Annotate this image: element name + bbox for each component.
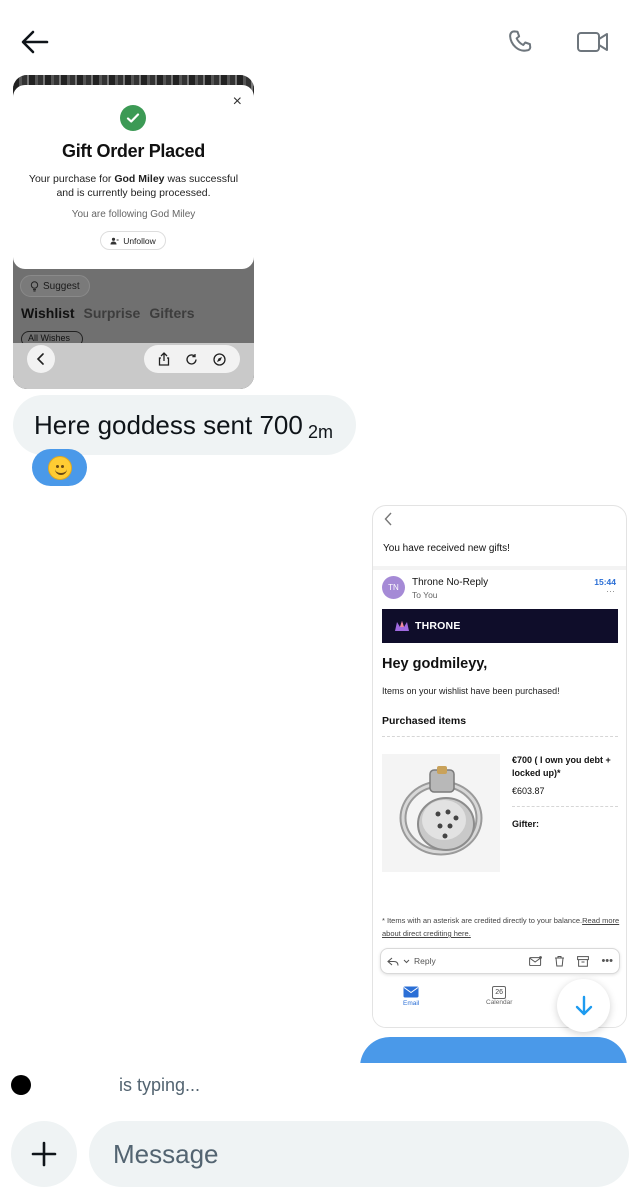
divider — [382, 736, 618, 737]
more-icon: ··· — [606, 586, 615, 596]
item-title: €700 ( I own you debt + locked up)* — [512, 755, 611, 778]
tab-surprise: Surprise — [83, 305, 141, 321]
unfollow-button: Unfollow — [100, 231, 166, 250]
arrow-down-icon — [575, 995, 592, 1015]
arrow-left-icon — [21, 30, 49, 54]
reload-icon — [186, 353, 197, 365]
browser-back-icon — [27, 345, 55, 373]
sender-name: Throne No-Reply — [412, 577, 489, 588]
mail-icon — [403, 986, 419, 998]
close-icon: × — [232, 93, 242, 110]
throne-banner: THRONE — [382, 609, 618, 643]
plus-icon — [31, 1141, 57, 1167]
email-action-bar: Reply ••• — [380, 948, 620, 974]
gift-order-screenshot[interactable]: × Gift Order Placed Your purchase for Go… — [13, 75, 254, 389]
email-footnote: * Items with an asterisk are credited di… — [382, 916, 620, 938]
divider — [512, 806, 618, 807]
recipient: To You — [412, 590, 438, 600]
add-attachment-button[interactable] — [11, 1121, 77, 1187]
section-heading: Purchased items — [382, 715, 467, 727]
calendar-icon: 26 — [492, 986, 507, 999]
chevron-down-icon — [403, 959, 410, 963]
video-call-button[interactable] — [574, 26, 612, 58]
modal-title: Gift Order Placed — [62, 141, 205, 161]
sender-avatar: TN — [382, 576, 405, 599]
tab-gifters: Gifters — [149, 305, 195, 321]
lightbulb-icon — [30, 280, 39, 291]
back-button[interactable] — [18, 26, 52, 58]
email-back-icon — [384, 512, 393, 531]
archive-icon — [577, 955, 590, 967]
more-icon: ••• — [601, 955, 613, 967]
following-status: You are following God Miley — [71, 209, 196, 220]
mark-unread-icon — [529, 956, 543, 966]
scroll-to-bottom-button[interactable] — [557, 979, 610, 1032]
message-text: Here goddess sent 700 — [34, 410, 303, 440]
throne-logo-icon — [395, 621, 409, 631]
checkmark-icon — [120, 105, 146, 131]
gift-order-modal: × Gift Order Placed Your purchase for Go… — [13, 85, 254, 269]
message-input[interactable] — [113, 1121, 613, 1187]
typing-indicator: is typing... — [119, 1075, 201, 1095]
divider — [373, 566, 626, 570]
person-minus-icon — [110, 237, 119, 244]
message-time: 2m — [308, 422, 334, 442]
trash-icon — [555, 956, 565, 967]
tab-wishlist: Wishlist — [21, 305, 75, 321]
gifter-label: Gifter: — [512, 819, 539, 829]
message-input-container[interactable] — [89, 1121, 629, 1187]
email-subject: You have received new gifts! — [383, 543, 510, 554]
item-amount: €603.87 — [512, 786, 545, 796]
modal-body: Your purchase for God Miley was successf… — [28, 173, 239, 199]
compass-icon — [213, 352, 226, 366]
smiling-face-emoji-icon — [47, 455, 72, 480]
message-bubble[interactable]: Here goddess sent 700 2m — [13, 395, 356, 455]
voice-call-button[interactable] — [503, 26, 539, 58]
reaction-badge[interactable] — [32, 449, 87, 486]
typing-avatar — [11, 1075, 31, 1095]
email-intro: Items on your wishlist have been purchas… — [382, 686, 560, 696]
video-camera-icon — [577, 32, 608, 52]
email-greeting: Hey godmileyy, — [382, 656, 488, 672]
product-image — [382, 754, 500, 872]
browser-actions — [144, 345, 240, 373]
reply-icon — [387, 957, 399, 966]
suggest-chip: Suggest — [20, 275, 90, 297]
brand-name: THRONE — [415, 620, 461, 632]
share-icon — [158, 352, 169, 366]
tab-calendar: 26 Calendar — [486, 986, 512, 1006]
tab-email: Email — [403, 986, 419, 1007]
wishlist-tabs: Wishlist Surprise Gifters — [21, 305, 194, 321]
phone-icon — [509, 30, 532, 52]
email-screenshot[interactable]: You have received new gifts! TN Throne N… — [372, 505, 627, 1028]
